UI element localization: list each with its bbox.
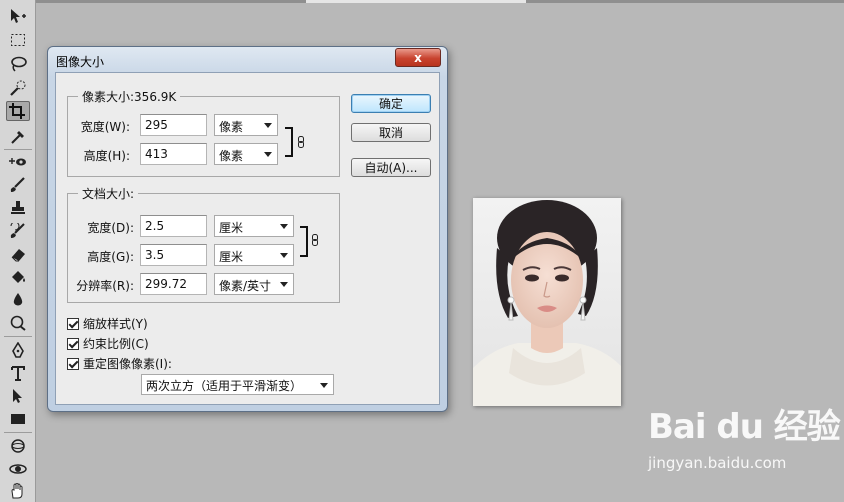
doc-width-label: 宽度(D): <box>87 221 134 235</box>
resample-checkbox[interactable]: 重定图像像素(I): <box>67 355 172 372</box>
toolbar-divider <box>4 336 32 337</box>
close-icon: x <box>414 50 422 65</box>
pixel-dimensions-group: 像素大小:356.9K 宽度(W): 295 像素 高度(H): 413 像素 <box>67 88 340 177</box>
toolbar-divider <box>4 432 32 433</box>
crop-icon[interactable] <box>6 101 30 121</box>
3d-rotate-icon[interactable] <box>6 436 30 456</box>
checkbox-checked-icon <box>67 337 79 350</box>
resample-method-select[interactable]: 两次立方（适用于平滑渐变） <box>141 374 334 395</box>
image-size-dialog: 图像大小 x 像素大小:356.9K 宽度(W): 295 像素 高度(H): … <box>47 46 448 412</box>
document-preview-image <box>473 198 621 406</box>
doc-width-unit: 厘米 <box>219 221 244 235</box>
pixel-width-unit: 像素 <box>219 120 244 134</box>
eraser-icon[interactable] <box>6 244 30 264</box>
constrain-proportions-label: 约束比例(C) <box>83 337 149 351</box>
baidu-jingyan-watermark: Bai du 经验 jingyan.baidu.com <box>648 407 841 472</box>
doc-height-input[interactable]: 3.5 <box>140 244 207 266</box>
blur-icon[interactable] <box>6 290 30 310</box>
document-size-group: 文档大小: 宽度(D): 2.5 厘米 高度(G): 3.5 厘米 分辨率(R)… <box>67 185 340 303</box>
resample-method-value: 两次立方（适用于平滑渐变） <box>146 379 303 393</box>
eyedropper-icon[interactable] <box>6 126 30 146</box>
hand-icon[interactable] <box>6 481 30 501</box>
close-button[interactable]: x <box>395 48 441 67</box>
dodge-icon[interactable] <box>6 313 30 333</box>
path-select-icon[interactable] <box>6 386 30 406</box>
checkbox-checked-icon <box>67 357 79 370</box>
lasso-icon[interactable] <box>6 54 30 74</box>
chain-link-icon <box>312 234 318 246</box>
pen-icon[interactable] <box>6 340 30 360</box>
watermark-url: jingyan.baidu.com <box>648 454 787 472</box>
pixel-width-input[interactable]: 295 <box>140 114 207 136</box>
chevron-down-icon <box>264 123 272 128</box>
stamp-icon[interactable] <box>6 198 30 218</box>
chain-link-icon <box>298 136 304 148</box>
cancel-button[interactable]: 取消 <box>351 123 431 142</box>
brush-icon[interactable] <box>6 175 30 195</box>
spot-heal-icon[interactable] <box>6 152 30 172</box>
doc-height-label: 高度(G): <box>87 250 134 264</box>
tools-panel <box>0 0 36 502</box>
ok-button-label: 确定 <box>378 97 403 111</box>
checkbox-checked-icon <box>67 317 79 330</box>
resolution-unit: 像素/英寸 <box>219 279 272 293</box>
pixel-width-label: 宽度(W): <box>80 120 130 134</box>
resolution-input[interactable]: 299.72 <box>140 273 207 295</box>
document-tab-strip <box>36 0 844 3</box>
doc-width-unit-select[interactable]: 厘米 <box>214 215 294 237</box>
marquee-icon[interactable] <box>6 30 30 50</box>
move-icon[interactable] <box>6 6 30 26</box>
toolbar-divider <box>4 149 32 150</box>
pixel-height-input[interactable]: 413 <box>140 143 207 165</box>
portrait-image <box>473 198 621 406</box>
ok-button[interactable]: 确定 <box>351 94 431 113</box>
type-icon[interactable] <box>6 363 30 383</box>
constrain-bracket <box>285 127 293 157</box>
dialog-title: 图像大小 <box>56 55 105 69</box>
scale-styles-label: 缩放样式(Y) <box>83 317 148 331</box>
document-size-legend: 文档大小: <box>78 185 139 202</box>
doc-height-unit-select[interactable]: 厘米 <box>214 244 294 266</box>
constrain-proportions-checkbox[interactable]: 约束比例(C) <box>67 335 149 352</box>
chevron-down-icon <box>280 253 288 258</box>
dialog-body: 像素大小:356.9K 宽度(W): 295 像素 高度(H): 413 像素 … <box>55 72 440 405</box>
auto-button-label: 自动(A)... <box>364 161 418 175</box>
history-brush-icon[interactable] <box>6 221 30 241</box>
active-document-tab[interactable] <box>306 0 526 3</box>
pixel-height-unit: 像素 <box>219 149 244 163</box>
resolution-label: 分辨率(R): <box>76 279 134 293</box>
quick-select-icon[interactable] <box>6 78 30 98</box>
pixel-height-unit-select[interactable]: 像素 <box>214 143 278 165</box>
doc-width-input[interactable]: 2.5 <box>140 215 207 237</box>
chevron-down-icon <box>280 282 288 287</box>
pixel-width-unit-select[interactable]: 像素 <box>214 114 278 136</box>
scale-styles-checkbox[interactable]: 缩放样式(Y) <box>67 315 148 332</box>
resolution-unit-select[interactable]: 像素/英寸 <box>214 273 294 295</box>
pixel-dimensions-legend: 像素大小:356.9K <box>78 88 181 105</box>
chevron-down-icon <box>320 383 328 388</box>
bucket-icon[interactable] <box>6 267 30 287</box>
3d-orbit-icon[interactable] <box>6 459 30 479</box>
chevron-down-icon <box>280 224 288 229</box>
cancel-button-label: 取消 <box>378 126 403 140</box>
resample-label: 重定图像像素(I): <box>83 357 172 371</box>
auto-button[interactable]: 自动(A)... <box>351 158 431 177</box>
pixel-height-label: 高度(H): <box>83 149 130 163</box>
watermark-logo: Bai du 经验 <box>648 407 841 447</box>
constrain-bracket <box>300 226 308 257</box>
rectangle-icon[interactable] <box>6 409 30 429</box>
chevron-down-icon <box>264 152 272 157</box>
doc-height-unit: 厘米 <box>219 250 244 264</box>
